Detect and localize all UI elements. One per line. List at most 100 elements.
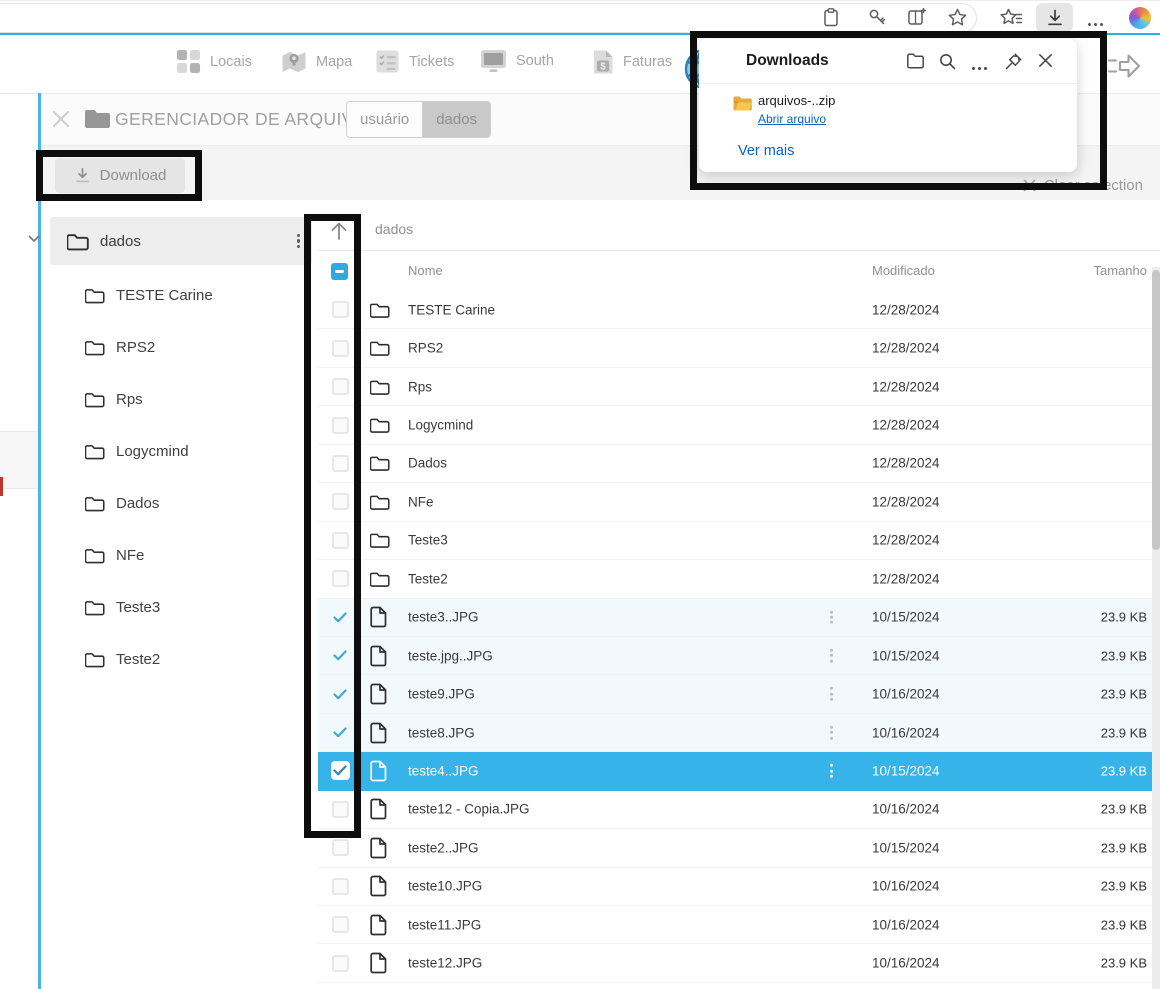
file-name[interactable]: teste10.JPG xyxy=(408,879,482,894)
file-name[interactable]: Rps xyxy=(408,379,432,394)
file-name[interactable]: teste11.JPG xyxy=(408,917,481,932)
downloads-icon[interactable] xyxy=(1036,3,1073,32)
row-checkbox[interactable] xyxy=(329,529,351,551)
file-name[interactable]: teste8.JPG xyxy=(408,725,475,740)
row-checkbox[interactable] xyxy=(329,914,351,936)
table-row[interactable]: Logycmind12/28/2024 xyxy=(318,406,1160,444)
table-row[interactable]: Dados12/28/2024 xyxy=(318,445,1160,483)
row-checkbox[interactable] xyxy=(329,568,351,590)
tree-item-teste2[interactable]: Teste2 xyxy=(85,644,160,674)
tab-usuario[interactable]: usuário xyxy=(347,102,423,137)
download-button[interactable]: Download xyxy=(55,158,185,193)
more-options-icon[interactable] xyxy=(972,59,987,77)
table-row[interactable]: teste2..JPG10/15/202423.9 KB xyxy=(318,829,1160,867)
file-name[interactable]: teste9.JPG xyxy=(408,687,475,702)
nav-item-tickets[interactable]: Tickets xyxy=(375,49,454,74)
nav-item-locais[interactable]: Locais xyxy=(176,49,252,74)
nav-item-mapa[interactable]: Mapa xyxy=(281,49,352,75)
tree-item-dados[interactable]: Dados xyxy=(85,488,159,518)
file-name[interactable]: NFe xyxy=(408,494,434,509)
table-row[interactable]: Rps12/28/2024 xyxy=(318,368,1160,406)
table-row[interactable]: Teste212/28/2024 xyxy=(318,560,1160,598)
column-header-nome[interactable]: Nome xyxy=(408,263,443,278)
row-checkbox[interactable] xyxy=(329,683,351,705)
see-more-link[interactable]: Ver mais xyxy=(738,143,794,159)
tree-root-dados[interactable]: dados xyxy=(50,217,312,265)
downloaded-file-name[interactable]: arquivos-..zip xyxy=(758,93,835,108)
scrollbar[interactable] xyxy=(1152,267,1160,989)
row-menu-icon[interactable] xyxy=(830,685,833,704)
row-checkbox[interactable] xyxy=(329,491,351,513)
file-name[interactable]: teste4..JPG xyxy=(408,763,479,778)
row-checkbox[interactable] xyxy=(329,722,351,744)
star-icon[interactable] xyxy=(948,8,967,26)
row-checkbox[interactable] xyxy=(329,875,351,897)
copilot-icon[interactable] xyxy=(1129,7,1151,29)
table-row[interactable]: teste10.JPG10/16/202423.9 KB xyxy=(318,868,1160,906)
table-row[interactable]: teste.jpg..JPG10/15/202423.9 KB xyxy=(318,637,1160,675)
file-name[interactable]: RPS2 xyxy=(408,341,443,356)
row-checkbox[interactable] xyxy=(329,299,351,321)
table-row[interactable]: teste8.JPG10/16/202423.9 KB xyxy=(318,714,1160,752)
tree-item-rps2[interactable]: RPS2 xyxy=(85,332,155,362)
table-row[interactable]: teste11.JPG10/16/202423.9 KB xyxy=(318,906,1160,944)
pin-icon[interactable] xyxy=(1005,53,1022,70)
tree-item-logycmind[interactable]: Logycmind xyxy=(85,436,189,466)
row-menu-icon[interactable] xyxy=(830,762,833,781)
row-checkbox[interactable] xyxy=(329,376,351,398)
clear-selection-button[interactable]: Clear selection xyxy=(1023,177,1143,194)
row-checkbox[interactable] xyxy=(329,452,351,474)
file-name[interactable]: Teste3 xyxy=(408,533,448,548)
more-options-icon[interactable] xyxy=(1088,15,1103,33)
file-name[interactable]: teste12 - Copia.JPG xyxy=(408,802,530,817)
table-row[interactable]: teste9.JPG10/16/202423.9 KB xyxy=(318,675,1160,713)
file-name[interactable]: TESTE Carine xyxy=(408,302,495,317)
row-checkbox[interactable] xyxy=(329,606,351,628)
table-row[interactable]: teste3..JPG10/15/202423.9 KB xyxy=(318,599,1160,637)
row-menu-icon[interactable] xyxy=(830,723,833,742)
column-header-modificado[interactable]: Modificado xyxy=(872,263,935,278)
row-checkbox[interactable] xyxy=(329,414,351,436)
exit-arrow-icon[interactable] xyxy=(1106,50,1142,82)
row-menu-icon[interactable] xyxy=(830,646,833,665)
up-arrow-icon[interactable] xyxy=(327,219,351,243)
table-row[interactable]: teste12.JPG10/16/202423.9 KB xyxy=(318,944,1160,982)
file-name[interactable]: Teste2 xyxy=(408,571,448,586)
column-header-tamanho[interactable]: Tamanho xyxy=(1094,263,1147,278)
open-downloads-folder-icon[interactable] xyxy=(906,53,925,69)
nav-item-faturas[interactable]: $ Faturas xyxy=(592,49,672,75)
table-row[interactable]: TESTE Carine12/28/2024 xyxy=(318,291,1160,329)
file-name[interactable]: teste12.JPG xyxy=(408,956,482,971)
search-icon[interactable] xyxy=(939,53,956,70)
table-row[interactable]: teste4..JPG10/15/202423.9 KB xyxy=(318,752,1160,790)
file-name[interactable]: Dados xyxy=(408,456,447,471)
open-file-link[interactable]: Abrir arquivo xyxy=(758,112,826,126)
close-icon[interactable] xyxy=(52,110,70,128)
table-row[interactable]: RPS212/28/2024 xyxy=(318,329,1160,367)
chevron-down-icon[interactable] xyxy=(28,235,40,243)
row-checkbox[interactable] xyxy=(329,645,351,667)
table-row[interactable]: Teste312/28/2024 xyxy=(318,522,1160,560)
tree-item-teste-carine[interactable]: TESTE Carine xyxy=(85,280,213,310)
tree-item-rps[interactable]: Rps xyxy=(85,384,143,414)
tree-menu-icon[interactable] xyxy=(297,231,301,250)
file-name[interactable]: teste3..JPG xyxy=(408,610,479,625)
select-all-checkbox[interactable] xyxy=(331,263,348,280)
scrollbar-thumb[interactable] xyxy=(1152,270,1160,550)
row-checkbox[interactable] xyxy=(329,952,351,974)
workspaces-icon[interactable] xyxy=(908,8,927,26)
row-checkbox[interactable] xyxy=(329,798,351,820)
file-name[interactable]: teste.jpg..JPG xyxy=(408,648,493,663)
row-menu-icon[interactable] xyxy=(830,608,833,627)
row-checkbox[interactable] xyxy=(329,337,351,359)
favorites-icon[interactable] xyxy=(1000,8,1022,27)
table-row[interactable]: NFe12/28/2024 xyxy=(318,483,1160,521)
table-row[interactable]: teste12 - Copia.JPG10/16/202423.9 KB xyxy=(318,791,1160,829)
file-name[interactable]: Logycmind xyxy=(408,418,473,433)
key-icon[interactable] xyxy=(868,8,886,26)
file-name[interactable]: teste2..JPG xyxy=(408,840,479,855)
close-icon[interactable] xyxy=(1038,53,1053,68)
row-checkbox[interactable] xyxy=(329,837,351,859)
tab-dados[interactable]: dados xyxy=(423,102,490,137)
tree-item-teste3[interactable]: Teste3 xyxy=(85,592,160,622)
